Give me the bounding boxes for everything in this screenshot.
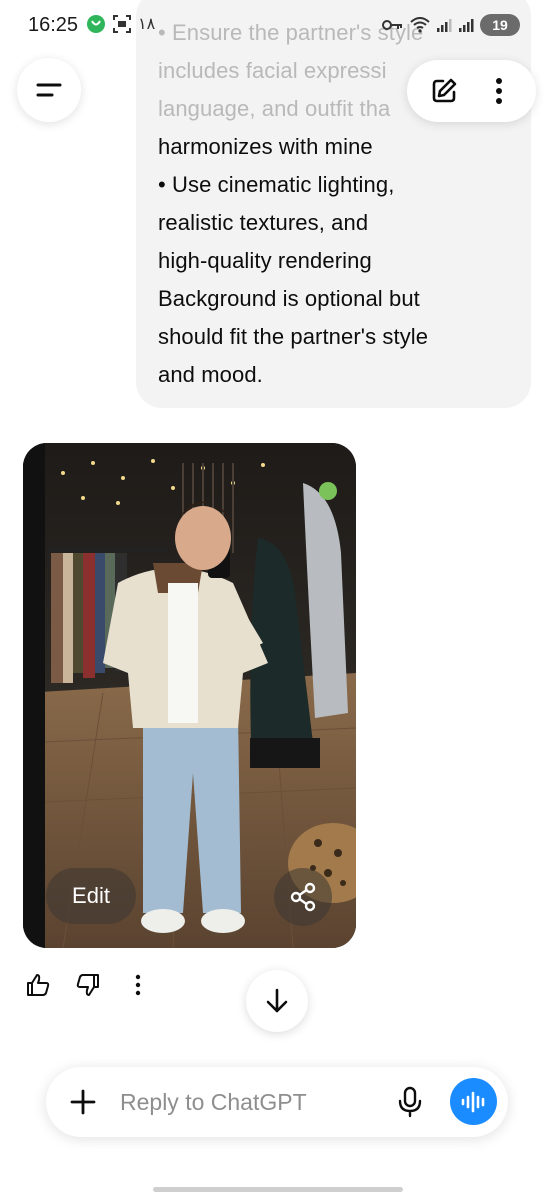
battery-icon: 19 xyxy=(480,14,520,36)
user-message-line: • Use cinematic lighting, xyxy=(158,172,395,197)
scroll-to-bottom-button[interactable] xyxy=(246,970,308,1032)
user-message-line: harmonizes with mine xyxy=(158,134,373,159)
message-actions xyxy=(24,970,152,1000)
top-actions xyxy=(407,60,536,122)
edit-icon xyxy=(432,78,457,103)
more-options-button[interactable] xyxy=(479,71,519,111)
waveform-icon xyxy=(461,1091,484,1112)
menu-icon xyxy=(36,83,62,97)
more-actions-button[interactable] xyxy=(124,970,152,1000)
signal-icon-2 xyxy=(459,19,474,32)
edit-image-label: Edit xyxy=(72,883,110,908)
share-image-button[interactable] xyxy=(274,868,332,926)
plus-icon xyxy=(70,1089,96,1115)
edit-image-button[interactable]: Edit xyxy=(46,868,136,924)
more-vertical-icon xyxy=(495,78,502,104)
vpn-icon xyxy=(87,15,105,33)
signal-icon xyxy=(437,19,452,32)
status-left-icons: ١٨ xyxy=(86,14,155,34)
user-message-line: realistic textures, and xyxy=(158,210,369,235)
battery-level: 19 xyxy=(492,17,508,33)
thumbs-down-button[interactable] xyxy=(74,970,102,1000)
status-time: 16:25 xyxy=(28,14,79,36)
thumbs-up-button[interactable] xyxy=(24,970,52,1000)
user-message-line: should fit the partner's style xyxy=(158,324,429,349)
voice-mode-button[interactable] xyxy=(450,1078,497,1125)
thumbs-down-icon xyxy=(76,974,99,996)
user-message-line: Background is optional but xyxy=(158,286,420,311)
user-message-line: high-quality rendering xyxy=(158,248,372,273)
user-message-line: and mood. xyxy=(158,362,263,387)
microphone-icon xyxy=(398,1086,422,1118)
status-bar: 16:25 ١٨ 19 xyxy=(0,0,554,52)
more-vertical-icon xyxy=(135,974,141,996)
screenshot-icon xyxy=(113,15,131,33)
thumbs-up-icon xyxy=(27,974,50,996)
notification-count: ١٨ xyxy=(138,16,156,33)
message-input[interactable] xyxy=(120,1085,380,1119)
composer xyxy=(46,1067,508,1137)
microphone-button[interactable] xyxy=(394,1085,426,1119)
menu-button[interactable] xyxy=(17,58,81,122)
status-right: 19 xyxy=(382,14,520,36)
key-icon xyxy=(382,20,402,30)
new-chat-button[interactable] xyxy=(424,71,464,111)
share-icon xyxy=(290,882,316,912)
home-indicator[interactable] xyxy=(153,1187,403,1192)
attach-button[interactable] xyxy=(68,1087,98,1117)
wifi-icon xyxy=(410,17,430,33)
arrow-down-icon xyxy=(266,988,288,1013)
